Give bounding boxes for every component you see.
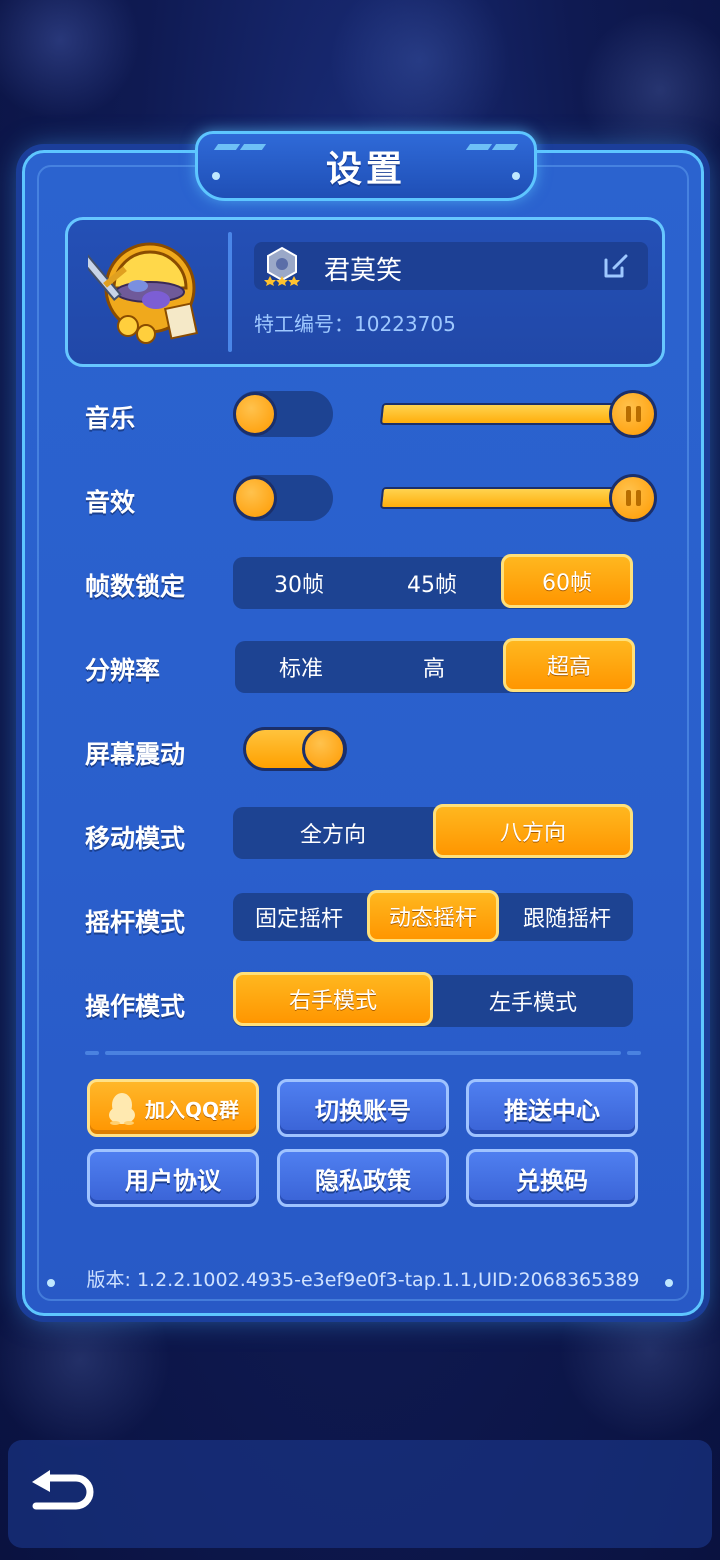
settings-panel: 设置 君莫笑 特工编号：10223705 音乐 音效 帧数锁定 30帧 45帧 …: [22, 131, 704, 1316]
music-label: 音乐: [85, 404, 136, 433]
name-bar: 君莫笑: [254, 242, 648, 290]
title-tab: 设置: [195, 131, 537, 201]
joystick-option-fixed[interactable]: 固定摇杆: [233, 893, 365, 941]
profile-card: 君莫笑 特工编号：10223705: [65, 217, 665, 367]
join-qq-button[interactable]: 加入QQ群: [87, 1079, 259, 1137]
profile-divider: [228, 232, 232, 352]
move-option-omni[interactable]: 全方向: [233, 807, 433, 859]
resolution-option-high[interactable]: 高: [367, 641, 501, 693]
shake-toggle-knob[interactable]: [302, 727, 346, 771]
resolution-option-standard[interactable]: 标准: [235, 641, 367, 693]
fps-option-60[interactable]: 60帧: [501, 554, 633, 608]
joystick-label: 摇杆模式: [85, 908, 186, 937]
separator: [105, 1051, 621, 1055]
qq-penguin-icon: [108, 1093, 135, 1125]
sfx-slider[interactable]: [379, 487, 635, 509]
fps-option-30[interactable]: 30帧: [233, 557, 365, 609]
sfx-toggle[interactable]: [233, 475, 333, 521]
separator: [85, 1051, 99, 1055]
back-arrow-icon[interactable]: [26, 1468, 98, 1520]
switch-account-button[interactable]: 切换账号: [277, 1079, 449, 1137]
push-center-button[interactable]: 推送中心: [466, 1079, 638, 1137]
version-text: 版本: 1.2.2.1002.4935-e3ef9e0f3-tap.1.1,UI…: [86, 1269, 640, 1291]
sfx-toggle-knob[interactable]: [233, 476, 277, 520]
join-qq-label: 加入QQ群: [144, 1097, 239, 1122]
privacy-policy-button[interactable]: 隐私政策: [277, 1149, 449, 1207]
agent-id: 特工编号：10223705: [254, 312, 456, 336]
music-slider-thumb[interactable]: [609, 390, 657, 438]
control-selector: 右手模式 左手模式: [233, 972, 633, 1027]
fps-selector: 30帧 45帧 60帧: [233, 554, 633, 609]
fps-label: 帧数锁定: [85, 572, 186, 601]
music-toggle-knob[interactable]: [233, 392, 277, 436]
control-label: 操作模式: [85, 992, 186, 1021]
resolution-option-ultra[interactable]: 超高: [503, 638, 635, 692]
music-slider[interactable]: [379, 403, 635, 425]
sfx-label: 音效: [85, 488, 136, 517]
bottom-bar: [8, 1440, 712, 1548]
joystick-option-dynamic[interactable]: 动态摇杆: [367, 890, 499, 942]
joystick-option-follow[interactable]: 跟随摇杆: [501, 893, 633, 941]
move-option-eight[interactable]: 八方向: [433, 804, 633, 858]
resolution-label: 分辨率: [85, 656, 161, 685]
sfx-slider-thumb[interactable]: [609, 474, 657, 522]
move-label: 移动模式: [85, 824, 186, 853]
resolution-selector: 标准 高 超高: [235, 638, 635, 693]
control-option-left[interactable]: 左手模式: [433, 975, 633, 1027]
fps-option-45[interactable]: 45帧: [365, 557, 499, 609]
edit-icon[interactable]: [602, 252, 630, 280]
redeem-code-button[interactable]: 兑换码: [466, 1149, 638, 1207]
rank-star-icon: [264, 246, 300, 286]
page-title: 设置: [325, 149, 406, 190]
user-agreement-button[interactable]: 用户协议: [87, 1149, 259, 1207]
shake-label: 屏幕震动: [85, 740, 186, 769]
joystick-selector: 固定摇杆 动态摇杆 跟随摇杆: [233, 890, 633, 942]
move-selector: 全方向 八方向: [233, 804, 633, 859]
player-name: 君莫笑: [324, 256, 403, 286]
shake-toggle[interactable]: [243, 727, 347, 771]
separator: [627, 1051, 641, 1055]
avatar[interactable]: [88, 234, 206, 352]
music-toggle[interactable]: [233, 391, 333, 437]
control-option-right[interactable]: 右手模式: [233, 972, 433, 1026]
